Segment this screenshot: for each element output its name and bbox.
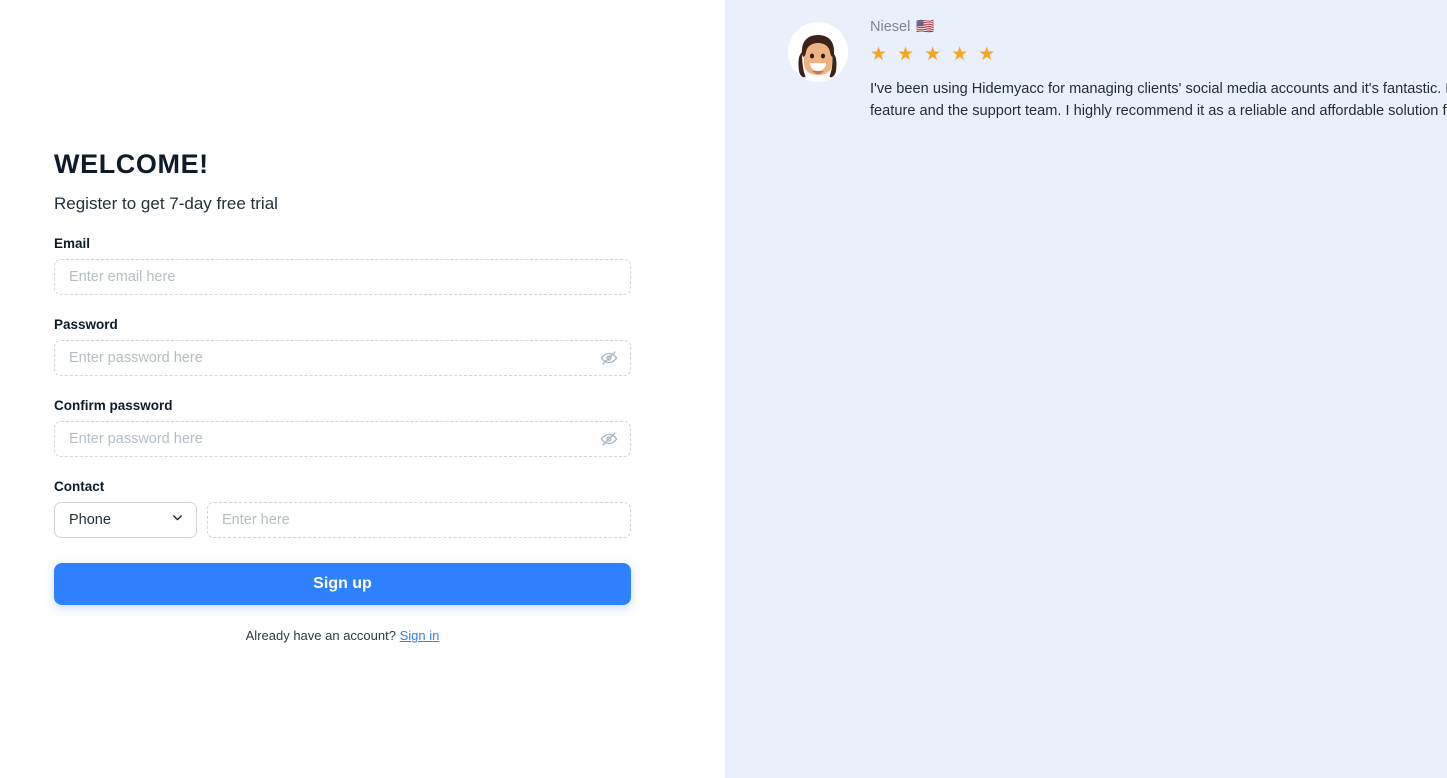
- flag-icon: 🇺🇸: [916, 19, 935, 35]
- contact-row: Phone: [54, 502, 631, 539]
- contact-value-shell[interactable]: [207, 502, 631, 539]
- password-input-shell[interactable]: [54, 340, 631, 377]
- signup-button[interactable]: Sign up: [54, 563, 631, 606]
- registration-pane: WELCOME! Register to get 7-day free tria…: [0, 0, 725, 778]
- email-label: Email: [54, 236, 91, 252]
- avatar: [788, 22, 848, 82]
- eye-off-icon[interactable]: [600, 430, 618, 448]
- rating-stars: ★ ★ ★ ★ ★: [870, 45, 1447, 64]
- email-input[interactable]: [55, 260, 630, 295]
- chevron-down-icon: [171, 511, 184, 529]
- confirm-password-label: Confirm password: [54, 398, 173, 414]
- signup-page: WELCOME! Register to get 7-day free tria…: [0, 0, 1447, 778]
- contact-type-select[interactable]: Phone: [54, 502, 197, 539]
- testimonial-author-name: Niesel: [870, 18, 911, 35]
- contact-input[interactable]: [208, 503, 630, 538]
- password-input[interactable]: [55, 341, 630, 376]
- testimonial-text: I've been using Hidemyacc for managing c…: [870, 81, 1447, 119]
- confirm-password-input-shell[interactable]: [54, 421, 631, 458]
- registration-form: WELCOME! Register to get 7-day free tria…: [54, 148, 631, 643]
- star-icon: ★: [924, 44, 942, 65]
- star-icon: ★: [951, 44, 969, 65]
- contact-label: Contact: [54, 479, 105, 495]
- testimonial: Niesel 🇺🇸 ★ ★ ★ ★ ★ I've been using Hide…: [788, 12, 1447, 122]
- star-icon: ★: [978, 44, 996, 65]
- eye-off-icon[interactable]: [600, 349, 618, 367]
- page-title: WELCOME!: [54, 149, 209, 179]
- contact-type-value: Phone: [69, 512, 111, 529]
- password-label: Password: [54, 317, 118, 333]
- star-icon: ★: [870, 44, 888, 65]
- email-input-shell[interactable]: [54, 259, 631, 296]
- testimonial-body: Niesel 🇺🇸 ★ ★ ★ ★ ★ I've been using Hide…: [870, 12, 1447, 122]
- promo-pane: Niesel 🇺🇸 ★ ★ ★ ★ ★ I've been using Hide…: [725, 0, 1447, 778]
- signin-link[interactable]: Sign in: [400, 628, 440, 643]
- confirm-password-input[interactable]: [55, 422, 630, 457]
- signin-prompt: Already have an account? Sign in: [54, 628, 631, 643]
- star-icon: ★: [897, 44, 915, 65]
- email-field-group: Email: [54, 236, 631, 296]
- page-subtitle: Register to get 7-day free trial: [54, 194, 278, 214]
- password-field-group: Password: [54, 317, 631, 377]
- signin-prompt-text: Already have an account?: [245, 628, 396, 644]
- testimonial-author: Niesel 🇺🇸: [870, 18, 1447, 36]
- confirm-password-field-group: Confirm password: [54, 398, 631, 458]
- contact-field-group: Contact Phone: [54, 479, 631, 539]
